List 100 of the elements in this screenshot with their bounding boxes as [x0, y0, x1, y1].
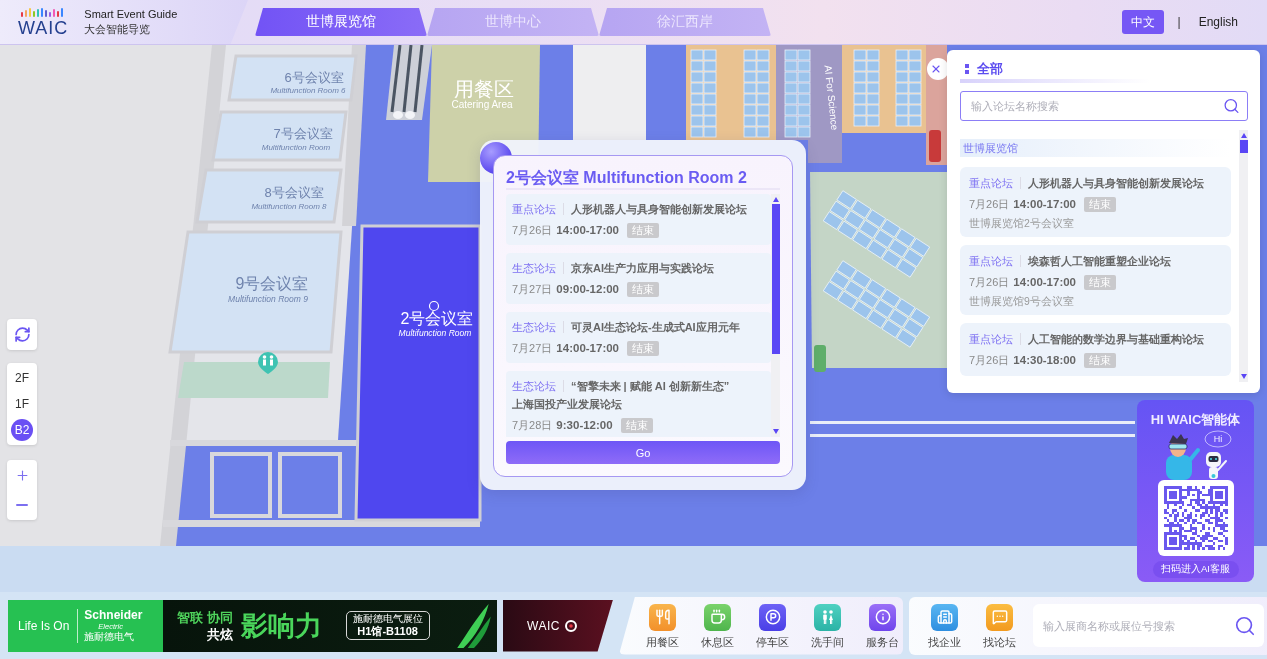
go-button[interactable]: Go	[506, 441, 780, 464]
booth[interactable]	[690, 71, 704, 83]
booth[interactable]	[873, 229, 894, 249]
booth[interactable]	[908, 82, 922, 94]
booth[interactable]	[881, 249, 902, 269]
booth[interactable]	[690, 82, 704, 94]
booth[interactable]	[690, 49, 704, 61]
booth[interactable]	[756, 93, 770, 105]
booth[interactable]	[797, 104, 811, 116]
booth[interactable]	[844, 280, 865, 300]
booth[interactable]	[784, 93, 798, 105]
ai-assistant-card[interactable]: HI WAIC智能体 Hi 扫码进入AI客服	[1137, 400, 1254, 582]
booth[interactable]	[895, 60, 909, 72]
language-button[interactable]: English	[1198, 10, 1238, 34]
booth[interactable]	[853, 82, 867, 94]
booth[interactable]	[895, 104, 909, 116]
facility-button[interactable]: 洗手间	[800, 603, 855, 648]
booth[interactable]	[703, 71, 717, 83]
booth[interactable]	[743, 60, 757, 72]
meeting-room[interactable]	[211, 110, 348, 162]
booth[interactable]	[784, 60, 798, 72]
booth[interactable]	[784, 82, 798, 94]
booth[interactable]	[743, 71, 757, 83]
booth[interactable]	[844, 210, 865, 230]
booth[interactable]	[866, 239, 888, 259]
booth[interactable]	[756, 82, 770, 94]
quick-link-button[interactable]: 找企业	[917, 603, 972, 648]
booth[interactable]	[888, 238, 909, 258]
booth[interactable]	[836, 260, 857, 279]
booth[interactable]	[822, 281, 844, 300]
booth[interactable]	[703, 93, 717, 105]
booth[interactable]	[703, 49, 717, 61]
booth[interactable]	[903, 318, 924, 338]
booth[interactable]	[865, 209, 887, 229]
scrollbar-track[interactable]	[771, 194, 780, 437]
booth[interactable]	[866, 309, 888, 329]
booth[interactable]	[797, 82, 811, 94]
booth[interactable]	[797, 60, 811, 72]
facility-button[interactable]: 停车区	[745, 603, 800, 648]
booth[interactable]	[866, 104, 880, 116]
booth[interactable]	[743, 93, 757, 105]
booth[interactable]	[866, 60, 880, 72]
booth[interactable]	[743, 104, 757, 116]
booth[interactable]	[895, 49, 909, 61]
booth[interactable]	[836, 190, 857, 209]
booth[interactable]	[743, 126, 757, 138]
booth[interactable]	[703, 82, 717, 94]
booth[interactable]	[756, 49, 770, 61]
booth[interactable]	[703, 104, 717, 116]
booth[interactable]	[784, 126, 798, 138]
booth[interactable]	[851, 269, 872, 289]
booth[interactable]	[880, 288, 901, 308]
language-button[interactable]: 中文	[1121, 10, 1164, 34]
booth[interactable]	[853, 71, 867, 83]
booth[interactable]	[756, 104, 770, 116]
floor-button[interactable]: 2F	[11, 367, 33, 389]
scroll-up-icon[interactable]	[1240, 133, 1247, 138]
floor-button[interactable]: 1F	[11, 393, 33, 415]
booth[interactable]	[690, 93, 704, 105]
booth[interactable]	[873, 299, 894, 319]
booth[interactable]	[690, 126, 704, 138]
booth[interactable]	[896, 328, 917, 348]
booth[interactable]	[852, 230, 873, 250]
booth[interactable]	[908, 71, 922, 83]
facility-button[interactable]: 服务台	[855, 603, 910, 648]
booth[interactable]	[895, 228, 916, 248]
booth[interactable]	[895, 93, 909, 105]
booth[interactable]	[756, 71, 770, 83]
booth[interactable]	[859, 289, 880, 309]
booth[interactable]	[690, 104, 704, 116]
booth[interactable]	[829, 200, 850, 220]
booth[interactable]	[797, 115, 811, 127]
booth[interactable]	[866, 71, 880, 83]
booth[interactable]	[908, 49, 922, 61]
booth[interactable]	[909, 237, 931, 257]
booth[interactable]	[837, 290, 858, 310]
booth[interactable]	[822, 211, 844, 230]
scrollbar-track[interactable]	[1239, 130, 1248, 382]
quick-link-button[interactable]: 找论坛	[972, 603, 1027, 648]
booth[interactable]	[895, 115, 909, 127]
exhibitor-search-field[interactable]: 输入展商名称或展位号搜索	[1033, 604, 1264, 647]
scroll-up-icon[interactable]	[772, 197, 779, 202]
booth[interactable]	[852, 300, 873, 320]
booth[interactable]	[908, 60, 922, 72]
booth[interactable]	[866, 82, 880, 94]
facility-button[interactable]: 休息区	[690, 603, 745, 648]
booth[interactable]	[784, 71, 798, 83]
booth[interactable]	[743, 115, 757, 127]
forum-search-field[interactable]: 输入论坛名称搜索	[960, 91, 1248, 121]
booth[interactable]	[908, 93, 922, 105]
booth[interactable]	[853, 115, 867, 127]
ad-banner[interactable]: WAIC	[503, 599, 613, 652]
booth[interactable]	[895, 71, 909, 83]
booth[interactable]	[829, 270, 850, 290]
scroll-down-icon[interactable]	[1240, 374, 1247, 379]
booth[interactable]	[880, 218, 901, 238]
booth[interactable]	[908, 104, 922, 116]
booth[interactable]	[909, 307, 931, 327]
booth[interactable]	[895, 298, 916, 318]
booth[interactable]	[743, 82, 757, 94]
